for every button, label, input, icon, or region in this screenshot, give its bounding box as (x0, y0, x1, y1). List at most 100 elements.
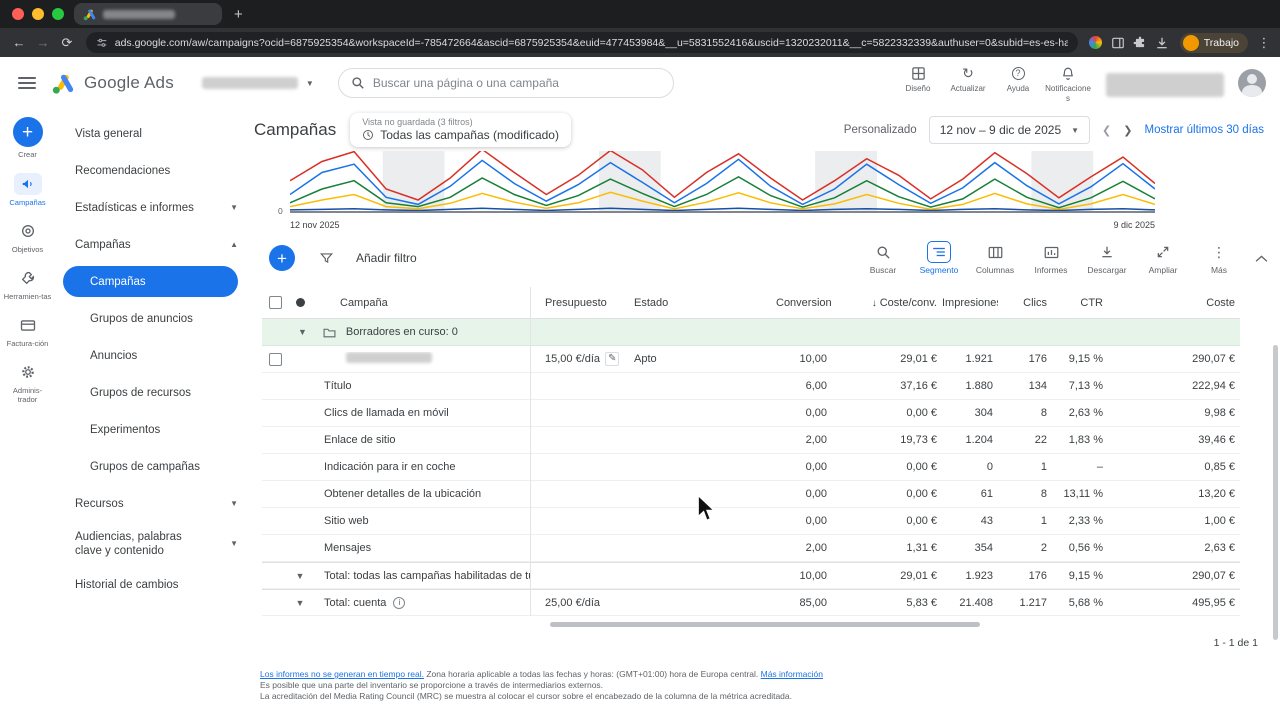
chevron-down-icon[interactable]: ▼ (298, 327, 307, 337)
info-icon[interactable]: i (393, 597, 405, 609)
main-menu-icon[interactable] (18, 77, 36, 89)
address-bar[interactable]: ads.google.com/aw/campaigns?ocid=6875925… (86, 32, 1078, 53)
side-panel-icon[interactable] (1108, 33, 1128, 53)
add-filter-button[interactable]: Añadir filtro (356, 251, 417, 265)
refresh-tool-button[interactable]: ↻ Actualizar (944, 63, 992, 94)
column-header-clicks[interactable]: Clics (998, 297, 1052, 309)
report-footer: Los informes no se generan en tiempo rea… (260, 669, 1280, 702)
sidebar-item-overview[interactable]: Vista general (55, 115, 252, 152)
window-controls[interactable] (0, 8, 74, 20)
table-row-asset[interactable]: Sitio web 0,00 0,00 € 43 1 2,33 % 1,00 € (262, 508, 1240, 535)
table-row-asset[interactable]: Clics de llamada en móvil 0,00 0,00 € 30… (262, 400, 1240, 427)
table-row-asset[interactable]: Título 6,00 37,16 € 1.880 134 7,13 % 222… (262, 373, 1240, 400)
minimize-window-button[interactable] (32, 8, 44, 20)
tool-more[interactable]: ⋮ Más (1193, 241, 1245, 275)
previous-period-icon[interactable]: ❮ (1102, 124, 1111, 137)
global-search[interactable] (338, 68, 674, 98)
table-row-total-account[interactable]: ▼ Total: cuentai 25,00 €/día 85,00 5,83 … (262, 589, 1240, 616)
sidebar-item-insights[interactable]: Estadísticas e informes▼ (55, 189, 252, 226)
show-last-30-days-link[interactable]: Mostrar últimos 30 días (1144, 124, 1264, 136)
column-header-cost[interactable]: Coste (1108, 297, 1240, 309)
rail-item-billing[interactable]: Factura-ción (4, 314, 52, 348)
reload-icon[interactable]: ⟳ (56, 35, 78, 51)
more-info-link[interactable]: Más información (761, 669, 823, 679)
tool-search[interactable]: Buscar (857, 241, 909, 275)
select-all-checkbox[interactable] (269, 296, 282, 309)
table-row-asset[interactable]: Mensajes 2,00 1,31 € 354 2 0,56 % 2,63 € (262, 535, 1240, 562)
search-input[interactable] (373, 76, 661, 90)
column-header-conversions[interactable]: Conversiones (776, 297, 832, 309)
user-avatar[interactable] (1238, 69, 1266, 97)
column-header-ctr[interactable]: CTR (1052, 297, 1108, 309)
tool-expand[interactable]: Ampliar (1137, 241, 1189, 275)
column-header-impressions[interactable]: Impresiones (942, 297, 998, 309)
account-selector[interactable]: ▼ (202, 77, 314, 89)
browser-tab[interactable] (74, 3, 222, 25)
browser-profile-chip[interactable]: Trabajo (1180, 33, 1248, 53)
column-header-campaign[interactable]: Campaña (312, 297, 530, 309)
sidebar-item-ad-groups[interactable]: Grupos de anuncios (55, 300, 252, 337)
rail-item-goals[interactable]: Objetivos (4, 220, 52, 254)
vertical-scrollbar[interactable] (1273, 345, 1278, 640)
sidebar-item-experiments[interactable]: Experimentos (55, 411, 252, 448)
view-status-card[interactable]: Vista no guardada (3 filtros) Todas las … (350, 113, 571, 147)
collapse-panel-icon[interactable] (1255, 254, 1268, 263)
horizontal-scrollbar[interactable] (550, 622, 980, 627)
tool-download[interactable]: Descargar (1081, 241, 1133, 275)
chevron-down-icon[interactable]: ▼ (296, 571, 305, 581)
add-campaign-button[interactable]: + (269, 245, 295, 271)
next-period-icon[interactable]: ❯ (1123, 124, 1132, 137)
url-text: ads.google.com/aw/campaigns?ocid=6875925… (115, 37, 1068, 49)
sidebar-item-ads[interactable]: Anuncios (55, 337, 252, 374)
notifications-tool-button[interactable]: Notificaciones (1044, 63, 1092, 104)
tool-segment[interactable]: Segmento (913, 241, 965, 275)
table-row-asset[interactable]: Obtener detalles de la ubicación 0,00 0,… (262, 481, 1240, 508)
sidebar-item-recommendations[interactable]: Recomendaciones (55, 152, 252, 189)
view-status-title: Todas las campañas (modificado) (380, 128, 559, 142)
rail-item-campaigns[interactable]: Campañas (4, 173, 52, 207)
table-row-asset[interactable]: Enlace de sitio 2,00 19,73 € 1.204 22 1,… (262, 427, 1240, 454)
lens-icon[interactable] (1086, 33, 1106, 53)
chevron-down-icon[interactable]: ▼ (296, 598, 305, 608)
sidebar-item-campaigns-group[interactable]: Campañas▲ (55, 226, 252, 263)
help-tool-button[interactable]: ? Ayuda (994, 63, 1042, 94)
table-row-total-campaigns[interactable]: ▼ Total: todas las campañas habilitadas … (262, 562, 1240, 589)
new-tab-button[interactable]: + (234, 7, 243, 22)
sidebar-item-assets[interactable]: Recursos▼ (55, 485, 252, 522)
column-header-status[interactable]: Estado (626, 297, 776, 309)
drafts-row[interactable]: ▼ Borradores en curso: 0 (262, 319, 1240, 346)
design-tool-button[interactable]: Diseño (894, 63, 942, 94)
sidebar-item-campaigns[interactable]: Campañas (63, 266, 238, 297)
tool-columns[interactable]: Columnas (969, 241, 1021, 275)
sidebar-item-campaign-groups[interactable]: Grupos de campañas (55, 448, 252, 485)
tool-reports[interactable]: Informes (1025, 241, 1077, 275)
row-checkbox[interactable] (269, 353, 282, 366)
column-header-cost-per-conv[interactable]: Coste/conv. (832, 297, 942, 309)
table-row-asset[interactable]: Indicación para ir en coche 0,00 0,00 € … (262, 454, 1240, 481)
campaigns-table: Campaña Presupuesto Estado Conversiones … (262, 287, 1240, 616)
close-window-button[interactable] (12, 8, 24, 20)
column-header-budget[interactable]: Presupuesto (530, 297, 626, 309)
rail-item-admin[interactable]: Adminis-trador (4, 361, 52, 404)
table-row-campaign[interactable]: 15,00 €/día✎ Apto 10,00 29,01 € 1.921 17… (262, 346, 1240, 373)
zoom-window-button[interactable] (52, 8, 64, 20)
browser-menu-icon[interactable]: ⋮ (1256, 35, 1272, 51)
rail-item-tools[interactable]: Herramien-tas (4, 267, 52, 301)
back-icon[interactable]: ← (8, 35, 30, 50)
downloads-icon[interactable] (1152, 33, 1172, 53)
extensions-puzzle-icon[interactable] (1130, 33, 1150, 53)
sidebar-item-asset-groups[interactable]: Grupos de recursos (55, 374, 252, 411)
date-range-selector[interactable]: 12 nov – 9 dic de 2025 ▼ (929, 116, 1090, 144)
filter-icon[interactable] (319, 251, 334, 265)
sidebar-item-audiences[interactable]: Audiencias, palabras clave y contenido▼ (55, 522, 252, 566)
create-button[interactable]: + Crear (4, 117, 52, 159)
site-info-icon[interactable] (96, 37, 108, 49)
app-header: Google Ads ▼ Diseño ↻ Actualizar ? Ayuda… (0, 57, 1280, 109)
date-mode-label: Personalizado (844, 124, 917, 136)
google-ads-logo[interactable]: Google Ads (50, 72, 174, 95)
forward-icon[interactable]: → (32, 35, 54, 50)
edit-budget-icon[interactable]: ✎ (605, 352, 619, 366)
redacted-account-name (202, 77, 298, 89)
sidebar-item-change-history[interactable]: Historial de cambios (55, 566, 252, 603)
realtime-disclaimer-link[interactable]: Los informes no se generan en tiempo rea… (260, 669, 424, 679)
